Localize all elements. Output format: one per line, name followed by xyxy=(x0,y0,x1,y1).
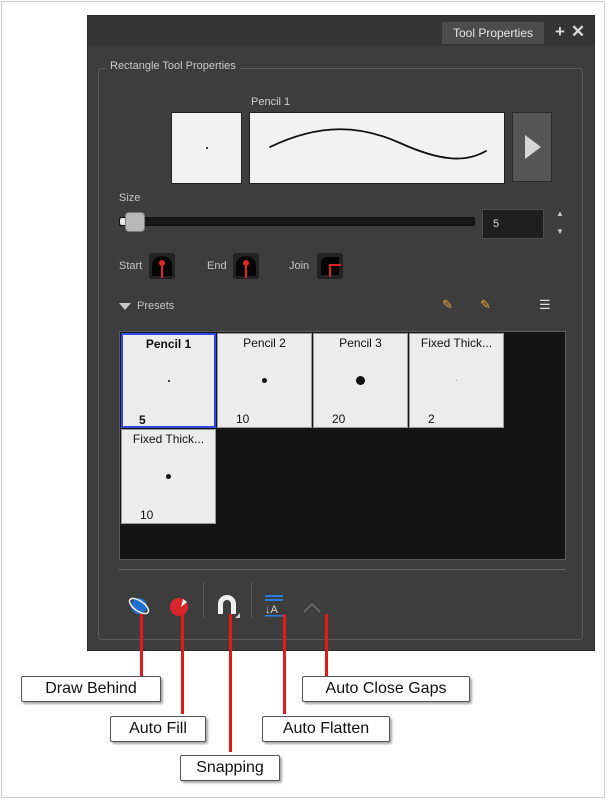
stroke-curve-preview xyxy=(249,112,505,184)
preset-name: Pencil 2 xyxy=(243,336,286,350)
draw-behind-icon[interactable] xyxy=(126,593,152,619)
preset-size: 5 xyxy=(139,413,146,427)
leader-draw-behind xyxy=(140,614,143,676)
size-slider-track[interactable] xyxy=(119,217,475,226)
auto-close-gaps-graphic xyxy=(303,602,321,613)
rectangle-tool-properties-group: Rectangle Tool Properties Pencil 1 Size … xyxy=(98,60,583,640)
leader-snapping xyxy=(229,614,232,752)
cap-guide-point xyxy=(243,260,249,266)
brush-dot xyxy=(262,378,267,383)
start-cap-button[interactable] xyxy=(149,253,175,279)
join-button[interactable] xyxy=(317,253,343,279)
preset-fixed-thickness-1[interactable]: Fixed Thick... 2 xyxy=(409,333,504,428)
callout-draw-behind: Draw Behind xyxy=(21,676,161,702)
next-preset-arrow-button[interactable] xyxy=(512,112,552,182)
toolbar-separator xyxy=(251,582,252,618)
leader-auto-flatten xyxy=(283,614,286,714)
preset-pencil-1[interactable]: Pencil 1 5 xyxy=(121,333,216,428)
tab-tool-properties[interactable]: Tool Properties xyxy=(442,22,544,44)
delete-preset-icon[interactable]: ✎ xyxy=(480,297,491,313)
leader-auto-fill xyxy=(181,614,184,714)
presets-collapse-icon[interactable] xyxy=(119,303,131,310)
size-label: Size xyxy=(119,192,141,204)
auto-fill-icon[interactable] xyxy=(166,593,192,619)
size-slider-handle[interactable] xyxy=(125,212,145,232)
preset-name: Pencil 3 xyxy=(339,336,382,350)
preset-fixed-thickness-2[interactable]: Fixed Thick... 10 xyxy=(121,429,216,524)
preset-pencil-3[interactable]: Pencil 3 20 xyxy=(313,333,408,428)
preset-size: 20 xyxy=(332,412,346,426)
stroke-dot-preview xyxy=(171,112,242,184)
panel-tab-bar: Tool Properties + ✕ xyxy=(88,16,594,46)
toolbar-separator xyxy=(203,582,204,618)
end-cap-button[interactable] xyxy=(233,253,259,279)
new-preset-icon[interactable]: ✎ xyxy=(442,297,453,313)
auto-close-gaps-icon[interactable] xyxy=(299,595,325,621)
auto-fill-graphic xyxy=(170,598,188,616)
plus-icon[interactable]: + xyxy=(552,22,568,42)
presets-label: Presets xyxy=(137,300,175,312)
spin-up-icon[interactable]: ▲ xyxy=(555,209,565,219)
group-title: Rectangle Tool Properties xyxy=(106,60,240,72)
tool-properties-panel: Tool Properties + ✕ Rectangle Tool Prope… xyxy=(87,15,595,651)
snapping-icon[interactable] xyxy=(213,592,240,618)
size-value-field[interactable]: 5 xyxy=(482,209,544,239)
svg-text:↓A: ↓A xyxy=(265,604,279,616)
preset-pencil-2[interactable]: Pencil 2 10 xyxy=(217,333,312,428)
start-cap-label: Start xyxy=(119,260,143,272)
callout-snapping: Snapping xyxy=(180,755,280,781)
stroke-curve-graphic xyxy=(269,128,487,160)
preset-size: 2 xyxy=(428,412,435,426)
preset-name: Pencil 1 xyxy=(145,337,192,351)
preview-dot xyxy=(206,147,208,149)
snapping-graphic xyxy=(218,595,240,618)
preset-name: Fixed Thick... xyxy=(132,432,205,446)
close-x-icon[interactable]: ✕ xyxy=(570,22,586,42)
draw-behind-graphic xyxy=(128,597,150,615)
preset-size: 10 xyxy=(140,508,154,522)
brush-dot xyxy=(168,380,170,382)
bottom-divider xyxy=(119,569,566,570)
leader-auto-close-gaps xyxy=(325,614,328,676)
preset-menu-icon[interactable]: ☰ xyxy=(539,297,551,313)
brush-dot xyxy=(166,474,171,479)
cap-guide-point xyxy=(159,260,165,266)
preset-size: 10 xyxy=(236,412,250,426)
callout-auto-fill: Auto Fill xyxy=(110,716,206,742)
presets-grid: Pencil 1 5 Pencil 2 10 Pencil 3 20 Fixed… xyxy=(119,331,566,560)
spin-down-icon[interactable]: ▼ xyxy=(555,227,565,237)
join-guide-v xyxy=(329,264,331,277)
callout-auto-close-gaps: Auto Close Gaps xyxy=(302,676,470,702)
brush-dot xyxy=(356,376,365,385)
preset-name: Fixed Thick... xyxy=(420,336,493,350)
callout-auto-flatten: Auto Flatten xyxy=(262,716,390,742)
arrow-right-icon xyxy=(525,135,541,159)
end-cap-label: End xyxy=(207,260,227,272)
join-label: Join xyxy=(289,260,310,272)
pencil-name-label: Pencil 1 xyxy=(251,96,291,108)
brush-dot xyxy=(456,380,457,381)
